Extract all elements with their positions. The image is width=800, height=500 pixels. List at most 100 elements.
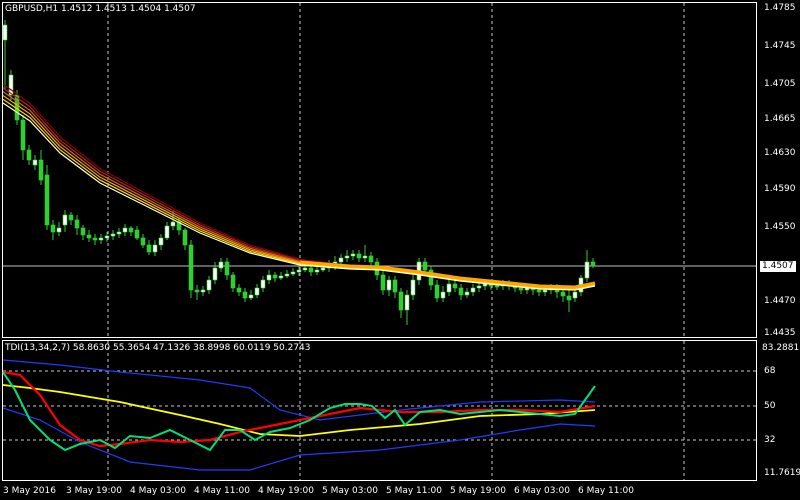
price-tick: 1.4590	[764, 184, 796, 194]
bullish-candle	[356, 253, 362, 259]
time-tick: 5 May 11:00	[386, 486, 442, 496]
bullish-candle	[422, 261, 428, 271]
bullish-candle	[44, 174, 50, 226]
time-tick: 4 May 19:00	[258, 486, 314, 496]
main-chart-title: GBPUSD,H1 1.4512 1.4513 1.4504 1.4507	[5, 4, 196, 14]
price-tick: 1.4705	[764, 79, 796, 89]
bullish-candle	[20, 119, 26, 151]
bullish-candle	[86, 234, 92, 239]
price-tick: 1.4785	[764, 3, 796, 13]
current-price-label: 1.4507	[760, 261, 796, 272]
bullish-candle	[224, 261, 230, 276]
bearish-candle	[290, 271, 296, 275]
main-chart-frame	[2, 2, 757, 338]
bearish-candle	[476, 285, 482, 289]
bearish-candle	[248, 294, 254, 299]
bearish-candle	[464, 291, 470, 296]
time-tick: 5 May 03:00	[322, 486, 378, 496]
chart-canvas[interactable]	[0, 0, 800, 500]
bullish-candle	[458, 287, 464, 296]
bearish-candle	[254, 287, 260, 296]
indicator-tick: 11.7619	[764, 468, 800, 478]
bullish-candle	[434, 284, 440, 299]
price-tick: 1.4470	[764, 296, 796, 306]
bullish-candle	[26, 149, 32, 161]
bearish-candle	[164, 225, 170, 239]
bearish-candle	[122, 227, 128, 233]
bearish-candle	[344, 255, 350, 259]
bearish-candle	[62, 214, 68, 226]
bearish-candle	[314, 269, 320, 273]
bearish-candle	[446, 283, 452, 293]
bearish-candle	[32, 159, 38, 166]
bearish-candle	[362, 255, 368, 259]
bearish-candle	[212, 267, 218, 281]
bearish-candle	[386, 279, 392, 291]
time-tick: 6 May 03:00	[514, 486, 570, 496]
bearish-candle	[410, 279, 416, 296]
bullish-candle	[566, 295, 572, 301]
bearish-candle	[158, 237, 164, 246]
indicator-tick: 83.2881	[762, 343, 800, 353]
bullish-candle	[182, 229, 188, 246]
bearish-candle	[296, 269, 302, 273]
bullish-candle	[38, 159, 44, 181]
bullish-candle	[536, 289, 542, 293]
bearish-candle	[320, 267, 326, 271]
bearish-candle	[152, 244, 158, 253]
bullish-candle	[236, 287, 242, 293]
moving-average-line	[2, 83, 596, 288]
bullish-candle	[188, 244, 194, 291]
time-tick: 3 May 19:00	[66, 486, 122, 496]
moving-average-line	[2, 87, 596, 289]
bullish-candle	[50, 224, 56, 233]
indicator-tick: 32	[764, 435, 776, 445]
bullish-candle	[560, 291, 566, 297]
volatility-band-lower	[2, 407, 596, 471]
price-tick: 1.4435	[764, 328, 796, 338]
bearish-candle	[56, 227, 62, 233]
bearish-candle	[338, 257, 344, 263]
indicator-title: TDI(13,34,2,7) 58.8630 55.3654 47.1326 3…	[5, 343, 311, 353]
bearish-candle	[278, 275, 284, 279]
bullish-candle	[368, 255, 374, 263]
time-tick: 5 May 19:00	[450, 486, 506, 496]
bearish-candle	[116, 231, 122, 235]
bullish-candle	[140, 237, 146, 246]
bullish-candle	[590, 261, 596, 266]
bearish-candle	[284, 273, 290, 277]
bearish-candle	[584, 261, 590, 279]
price-tick: 1.4550	[764, 222, 796, 232]
bullish-candle	[146, 244, 152, 253]
bullish-candle	[134, 229, 140, 239]
bearish-candle	[404, 294, 410, 311]
price-tick: 1.4630	[764, 148, 796, 158]
bearish-candle	[266, 274, 272, 281]
bearish-candle	[260, 279, 266, 289]
bullish-candle	[398, 291, 404, 311]
bullish-candle	[80, 227, 86, 236]
bearish-candle	[470, 287, 476, 293]
price-tick: 1.4665	[764, 114, 796, 124]
bullish-candle	[194, 289, 200, 293]
bearish-candle	[482, 283, 488, 287]
bearish-candle	[572, 291, 578, 299]
bullish-candle	[452, 283, 458, 289]
time-tick: 4 May 11:00	[194, 486, 250, 496]
bearish-candle	[2, 24, 8, 41]
bearish-candle	[170, 221, 176, 227]
bearish-candle	[200, 289, 206, 293]
bearish-candle	[218, 261, 224, 269]
bullish-candle	[308, 267, 314, 273]
bullish-candle	[380, 274, 386, 291]
bullish-candle	[272, 274, 278, 279]
bullish-candle	[92, 237, 98, 241]
rsi-price-line	[2, 371, 596, 452]
bearish-candle	[440, 291, 446, 299]
bullish-candle	[518, 287, 524, 291]
bearish-candle	[98, 237, 104, 241]
bearish-candle	[302, 267, 308, 271]
bearish-candle	[206, 279, 212, 291]
chart-window: GBPUSD,H1 1.4512 1.4513 1.4504 1.4507 TD…	[0, 0, 800, 500]
bearish-candle	[104, 235, 110, 239]
